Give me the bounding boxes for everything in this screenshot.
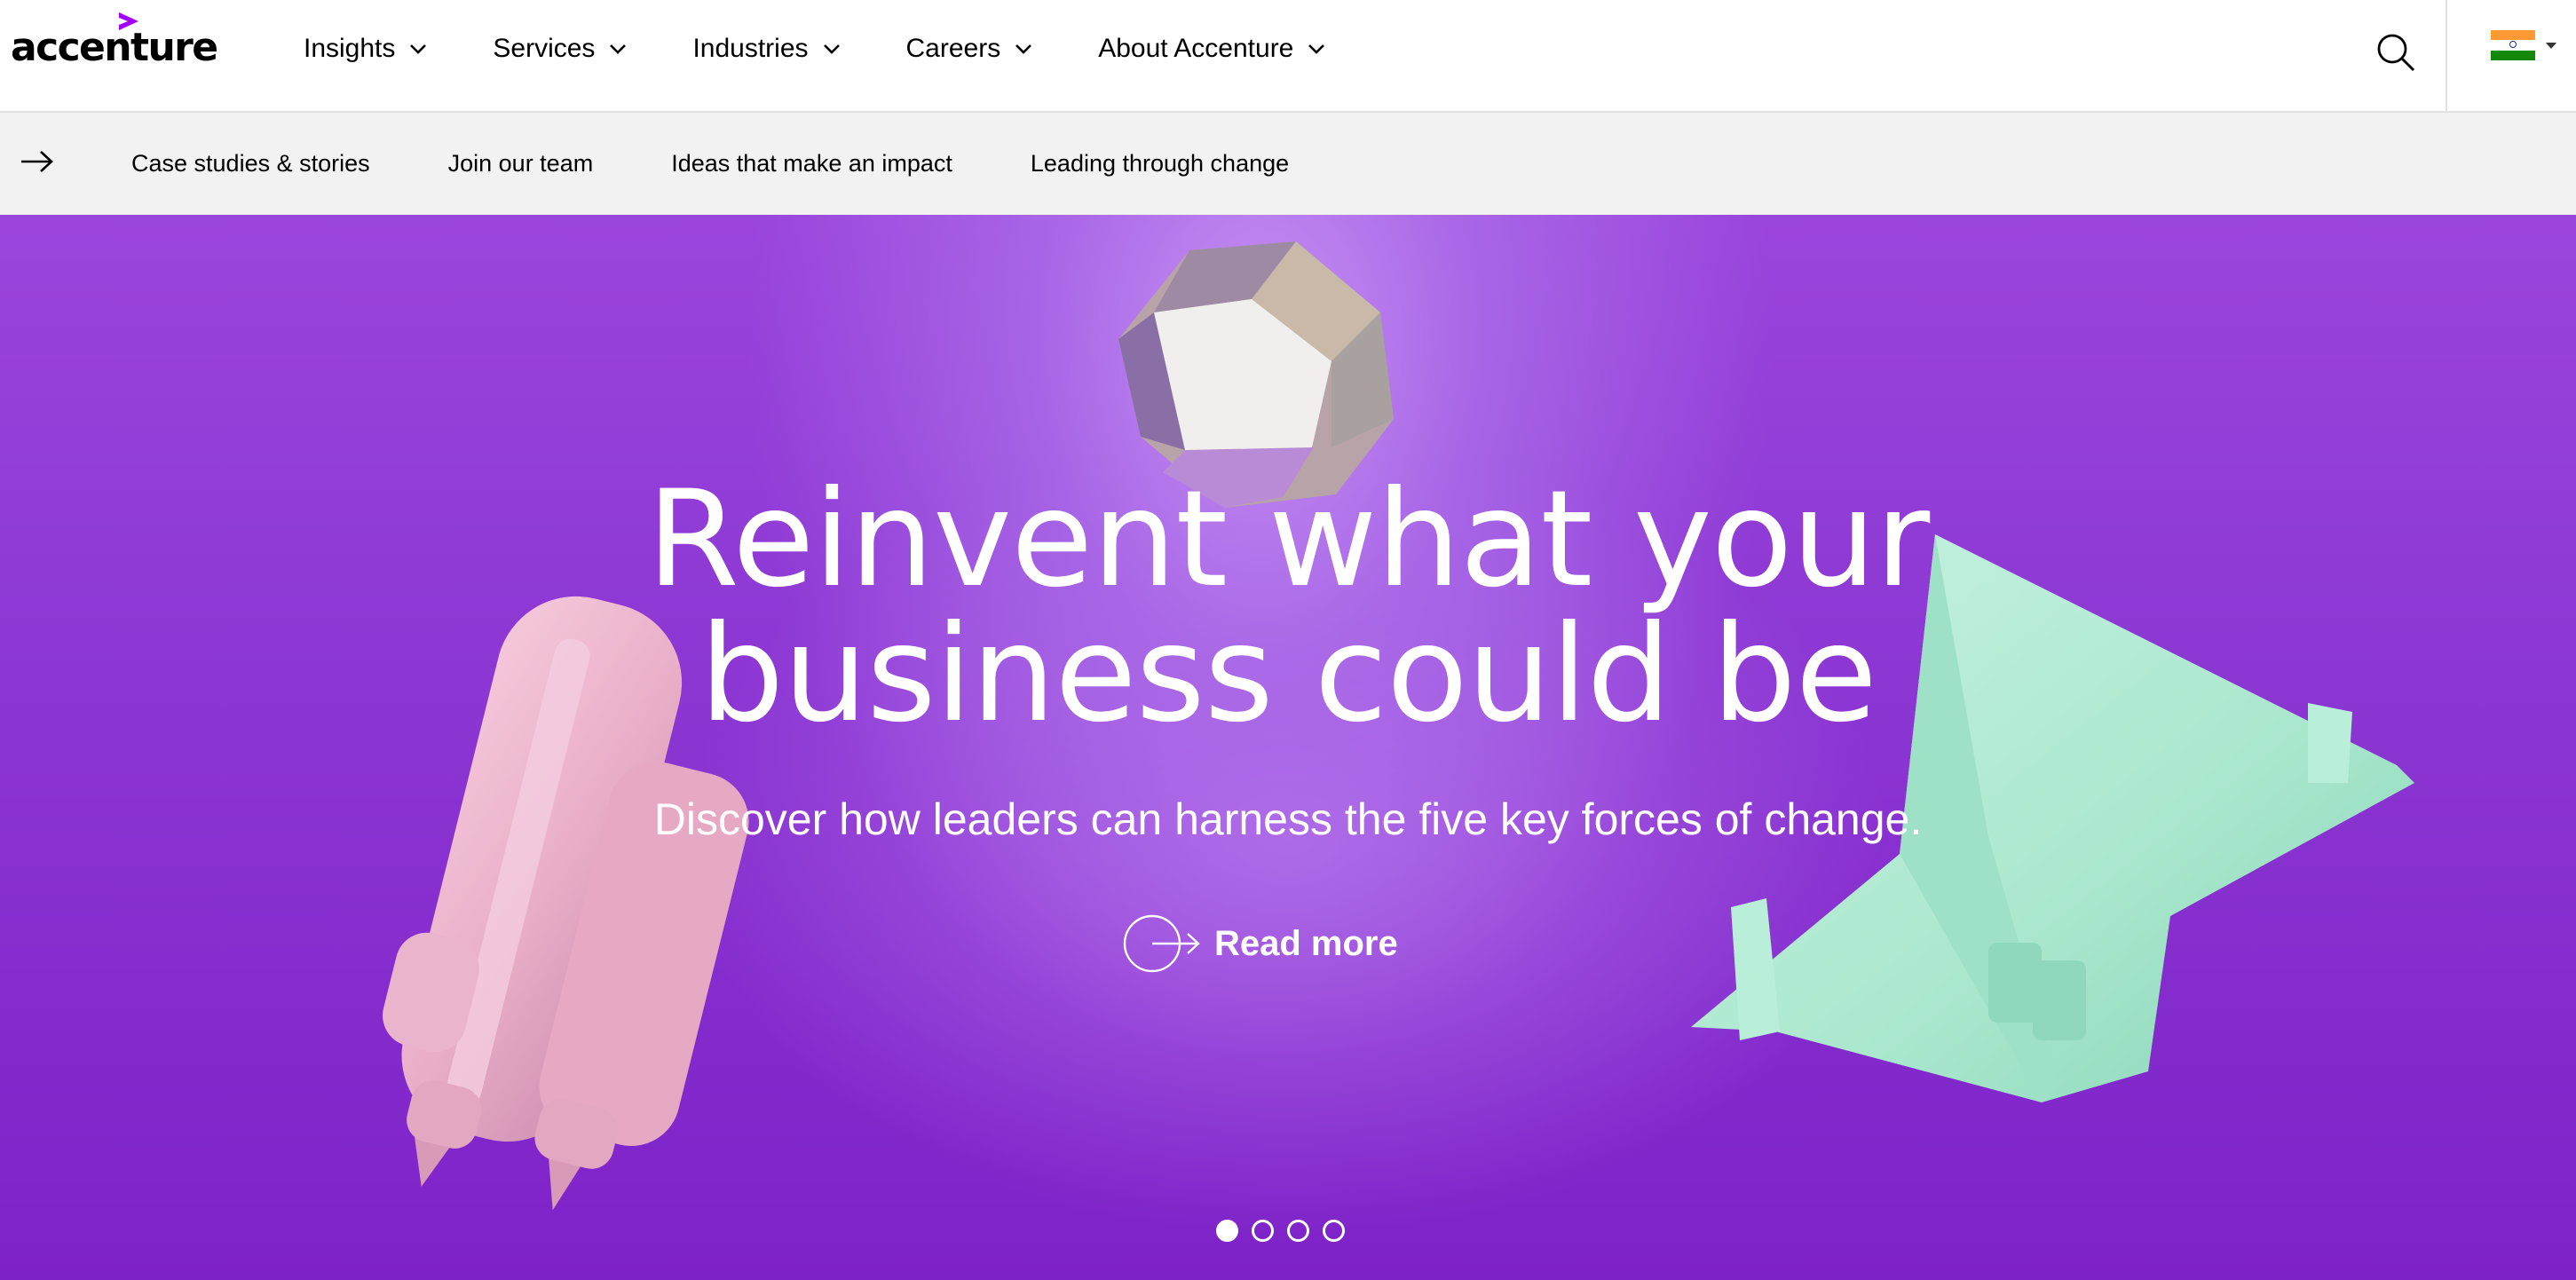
menu-item-label: Industries <box>692 34 809 63</box>
search-icon[interactable] <box>2375 32 2416 73</box>
link-join-our-team[interactable]: Join our team <box>448 150 594 178</box>
menu-item-label: Careers <box>905 34 1001 63</box>
carousel-dot-4[interactable] <box>1323 1220 1345 1242</box>
carousel-dot-2[interactable] <box>1252 1220 1274 1242</box>
link-ideas-impact[interactable]: Ideas that make an impact <box>671 150 952 178</box>
circle-arrow-right-icon <box>1123 914 1200 973</box>
menu-item-insights[interactable]: Insights <box>304 34 428 64</box>
secondary-navigation: Case studies & stories Join our team Ide… <box>0 113 2576 215</box>
chevron-down-icon <box>410 44 427 54</box>
menu-item-about-accenture[interactable]: About Accenture <box>1098 34 1326 64</box>
menu-item-industries[interactable]: Industries <box>692 34 841 64</box>
nav-divider <box>2446 0 2447 113</box>
menu-item-label: Insights <box>304 34 396 63</box>
accenture-logo[interactable]: accenture <box>11 9 218 71</box>
hero-banner: Reinvent what your business could be Dis… <box>0 215 2576 1280</box>
caret-down-icon <box>2546 42 2556 49</box>
menu-item-label: About Accenture <box>1098 34 1294 63</box>
hero-title: Reinvent what your business could be <box>0 472 2576 742</box>
read-more-label: Read more <box>1214 923 1398 963</box>
india-flag-icon <box>2491 30 2535 60</box>
hero-title-line-1: Reinvent what your <box>646 462 1931 617</box>
carousel-dot-1[interactable] <box>1216 1220 1238 1242</box>
hero-subtitle: Discover how leaders can harness the fiv… <box>653 794 1923 844</box>
menu-item-label: Services <box>493 34 596 63</box>
carousel-pagination <box>1216 1220 1358 1242</box>
secondary-links: Case studies & stories Join our team Ide… <box>131 113 1367 215</box>
chevron-down-icon <box>1308 44 1325 54</box>
logo-text: accenture <box>11 25 218 70</box>
chevron-down-icon <box>1015 44 1032 54</box>
link-leading-through-change[interactable]: Leading through change <box>1031 150 1289 178</box>
chevron-down-icon <box>610 44 627 54</box>
hero-title-line-2: business could be <box>699 597 1877 752</box>
carousel-dot-3[interactable] <box>1287 1220 1309 1242</box>
main-menu: Insights Services Industries Careers Abo… <box>304 0 1391 98</box>
menu-item-services[interactable]: Services <box>493 34 628 64</box>
menu-item-careers[interactable]: Careers <box>906 34 1034 64</box>
top-navigation: accenture Insights Services Industries C… <box>0 0 2576 113</box>
country-selector[interactable] <box>2491 30 2556 60</box>
link-case-studies[interactable]: Case studies & stories <box>131 150 370 178</box>
arrow-right-icon[interactable] <box>20 148 55 175</box>
chevron-down-icon <box>823 44 840 54</box>
read-more-button[interactable]: Read more <box>1122 913 1398 975</box>
